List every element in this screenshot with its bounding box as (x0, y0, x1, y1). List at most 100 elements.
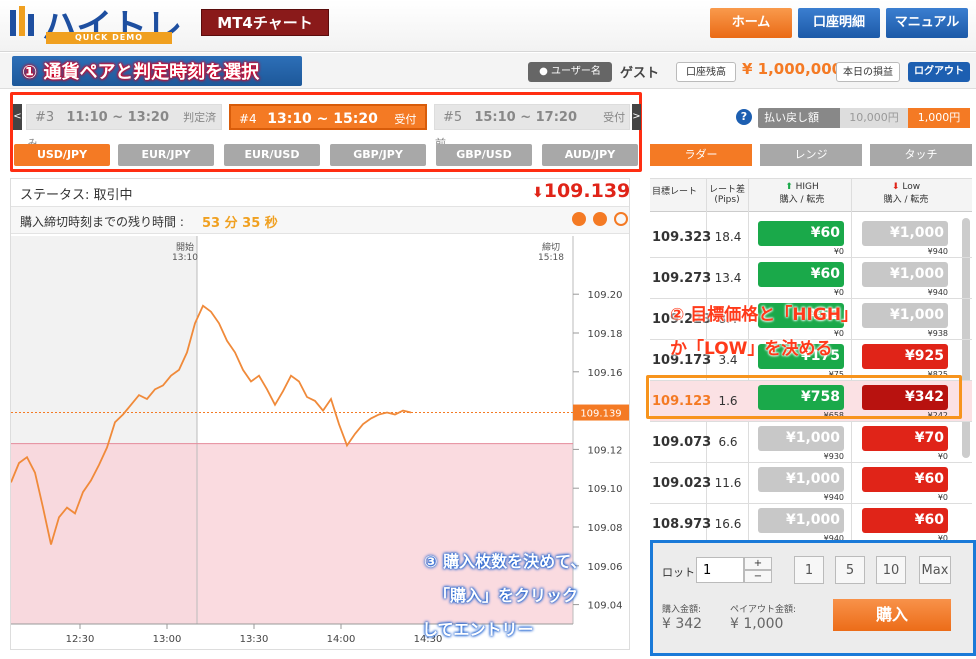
annotation-step3-line1: ③ 購入枚数を決めて、 (424, 552, 587, 571)
remaining-value: 53 分 35 秒 (202, 216, 278, 231)
high-buy-button[interactable]: ¥1,000 (758, 426, 844, 451)
quick-lot-5[interactable]: 5 (835, 556, 865, 584)
chart-line-icon[interactable] (614, 212, 628, 226)
high-buy-button[interactable]: ¥60 (758, 221, 844, 246)
x-tick-label: 13:30 (240, 634, 269, 645)
ladder-header-pips: (Pips) (714, 195, 740, 205)
annotation-step3-line2: 「購入」をクリック (434, 586, 579, 605)
y-tick-label: 109.12 (588, 445, 623, 456)
high-buy-button[interactable]: ¥1,000 (758, 467, 844, 492)
slot-time: 13:10 ~ 15:20 (267, 111, 378, 127)
y-tick-label: 109.20 (588, 290, 623, 301)
user-badge: ● ユーザー名 (528, 62, 612, 82)
chart-bar-icon[interactable] (593, 212, 607, 226)
low-resell-value: ¥0 (937, 493, 948, 502)
start-label: 開始 13:10 (172, 240, 198, 263)
tab-range[interactable]: レンジ (760, 144, 862, 166)
payout-label: ペイアウト金額: (730, 605, 797, 615)
low-buy-button[interactable]: ¥1,000 (862, 221, 948, 246)
logo-icon (10, 6, 34, 36)
pair-tab-usdjpy[interactable]: USD/JPY (14, 144, 110, 166)
logout-button[interactable]: ログアウト (908, 62, 970, 82)
pair-tab-gbpusd[interactable]: GBP/USD (436, 144, 532, 166)
pair-tab-eurusd[interactable]: EUR/USD (224, 144, 320, 166)
ladder-diff: 11.6 (714, 476, 742, 490)
ladder-header-high-buy: 購入 / 転売 (779, 195, 825, 205)
nav-account-button[interactable]: 口座明細 (798, 8, 880, 38)
chart-candle-icon[interactable] (572, 212, 586, 226)
status-label: ステータス: 取引中 (20, 188, 133, 203)
y-tick-label: 109.16 (588, 368, 623, 379)
quick-lot-10[interactable]: 10 (876, 556, 906, 584)
buy-button[interactable]: 購入 (833, 599, 951, 631)
balance-label: 口座残高 (676, 62, 736, 82)
low-buy-button[interactable]: ¥1,000 (862, 262, 948, 287)
ladder-diff: 6.6 (718, 435, 738, 449)
slot-id: #5 (443, 110, 463, 125)
nav-manual-button[interactable]: マニュアル (886, 8, 968, 38)
payback-option-10000[interactable]: 10,000円 (840, 108, 908, 128)
current-price-value: 109.139 (543, 180, 631, 202)
x-tick-label: 14:00 (327, 634, 356, 645)
selected-row-highlight (646, 375, 962, 419)
close-label-text: 締切 (541, 243, 560, 253)
tab-ladder[interactable]: ラダー (650, 144, 752, 166)
y-tick-label: 109.10 (588, 484, 623, 495)
slot-time: 15:10 ~ 17:20 (474, 110, 578, 125)
ladder-rate: 108.973 (652, 517, 712, 532)
low-buy-button[interactable]: ¥70 (862, 426, 948, 451)
high-resell-value: ¥940 (823, 493, 844, 502)
payout-value: ¥ 1,000 (730, 616, 784, 632)
low-resell-value: ¥0 (937, 452, 948, 461)
slot-item-4[interactable]: #4 13:10 ~ 15:20 受付中 (229, 104, 427, 152)
lot-label: ロット (662, 566, 695, 579)
ladder-rate: 109.023 (652, 476, 712, 491)
arrow-down-icon: ⬇ (532, 185, 544, 201)
slot-item-5[interactable]: #5 15:10 ~ 17:20 受付前 (434, 104, 630, 150)
high-buy-button[interactable]: ¥1,000 (758, 508, 844, 533)
ladder-rate: 109.073 (652, 435, 712, 450)
y-tick-label: 109.18 (588, 329, 623, 340)
pair-tab-eurjpy[interactable]: EUR/JPY (118, 144, 214, 166)
payback-option-1000[interactable]: 1,000円 (908, 108, 970, 128)
x-tick-label: 12:30 (66, 634, 95, 645)
ladder-row: 109.023 11.6 ¥1,000 ¥940 ¥60 ¥0 (650, 463, 972, 504)
ladder-header-rate: 目標レート (652, 187, 698, 197)
low-buy-button[interactable]: ¥1,000 (862, 303, 948, 328)
ladder-header-low-text: Low (902, 182, 921, 192)
lot-input[interactable] (696, 557, 744, 583)
low-buy-button[interactable]: ¥60 (862, 467, 948, 492)
help-icon[interactable]: ? (736, 109, 752, 125)
user-name: ゲスト (620, 66, 660, 81)
up-arrow-icon: ⬆ (785, 182, 793, 192)
start-label-text: 開始 (175, 243, 194, 253)
y-tick-label: 109.04 (588, 601, 623, 612)
ladder-rate: 109.323 (652, 230, 712, 245)
slot-next-button[interactable]: > (632, 104, 641, 130)
slot-id: #4 (239, 112, 257, 126)
high-buy-button[interactable]: ¥60 (758, 262, 844, 287)
quick-lot-max[interactable]: Max (919, 556, 951, 584)
low-resell-value: ¥940 (927, 247, 948, 256)
x-axis-ticks: 12:30 13:00 13:30 14:00 14:30 (66, 624, 442, 645)
nav-home-button[interactable]: ホーム (710, 8, 792, 38)
lot-minus-button[interactable]: − (744, 570, 772, 583)
pair-tab-gbpjpy[interactable]: GBP/JPY (330, 144, 426, 166)
annotation-step3-line3: してエントリー (422, 620, 534, 639)
mt4-chart-button[interactable]: MT4チャート (201, 9, 329, 36)
logo-subtitle: QUICK DEMO (46, 32, 172, 44)
ladder-diff: 13.4 (714, 271, 742, 285)
slot-item-3[interactable]: #3 11:10 ~ 13:20 判定済み (26, 104, 222, 150)
ladder-row: 108.973 16.6 ¥1,000 ¥940 ¥60 ¥0 (650, 504, 972, 545)
low-buy-button[interactable]: ¥60 (862, 508, 948, 533)
pair-tab-audjpy[interactable]: AUD/JPY (542, 144, 638, 166)
current-price-tag-text: 109.139 (580, 409, 621, 420)
ladder-header-high: ⬆ HIGH 購入 / 転売 (756, 182, 848, 205)
quick-lot-1[interactable]: 1 (794, 556, 824, 584)
low-buy-button[interactable]: ¥925 (862, 344, 948, 369)
lot-plus-button[interactable]: + (744, 557, 772, 570)
slot-prev-button[interactable]: < (13, 104, 22, 130)
tab-touch[interactable]: タッチ (870, 144, 972, 166)
ladder-header-high-text: HIGH (795, 182, 819, 192)
today-pl-button[interactable]: 本日の損益 (836, 62, 900, 82)
